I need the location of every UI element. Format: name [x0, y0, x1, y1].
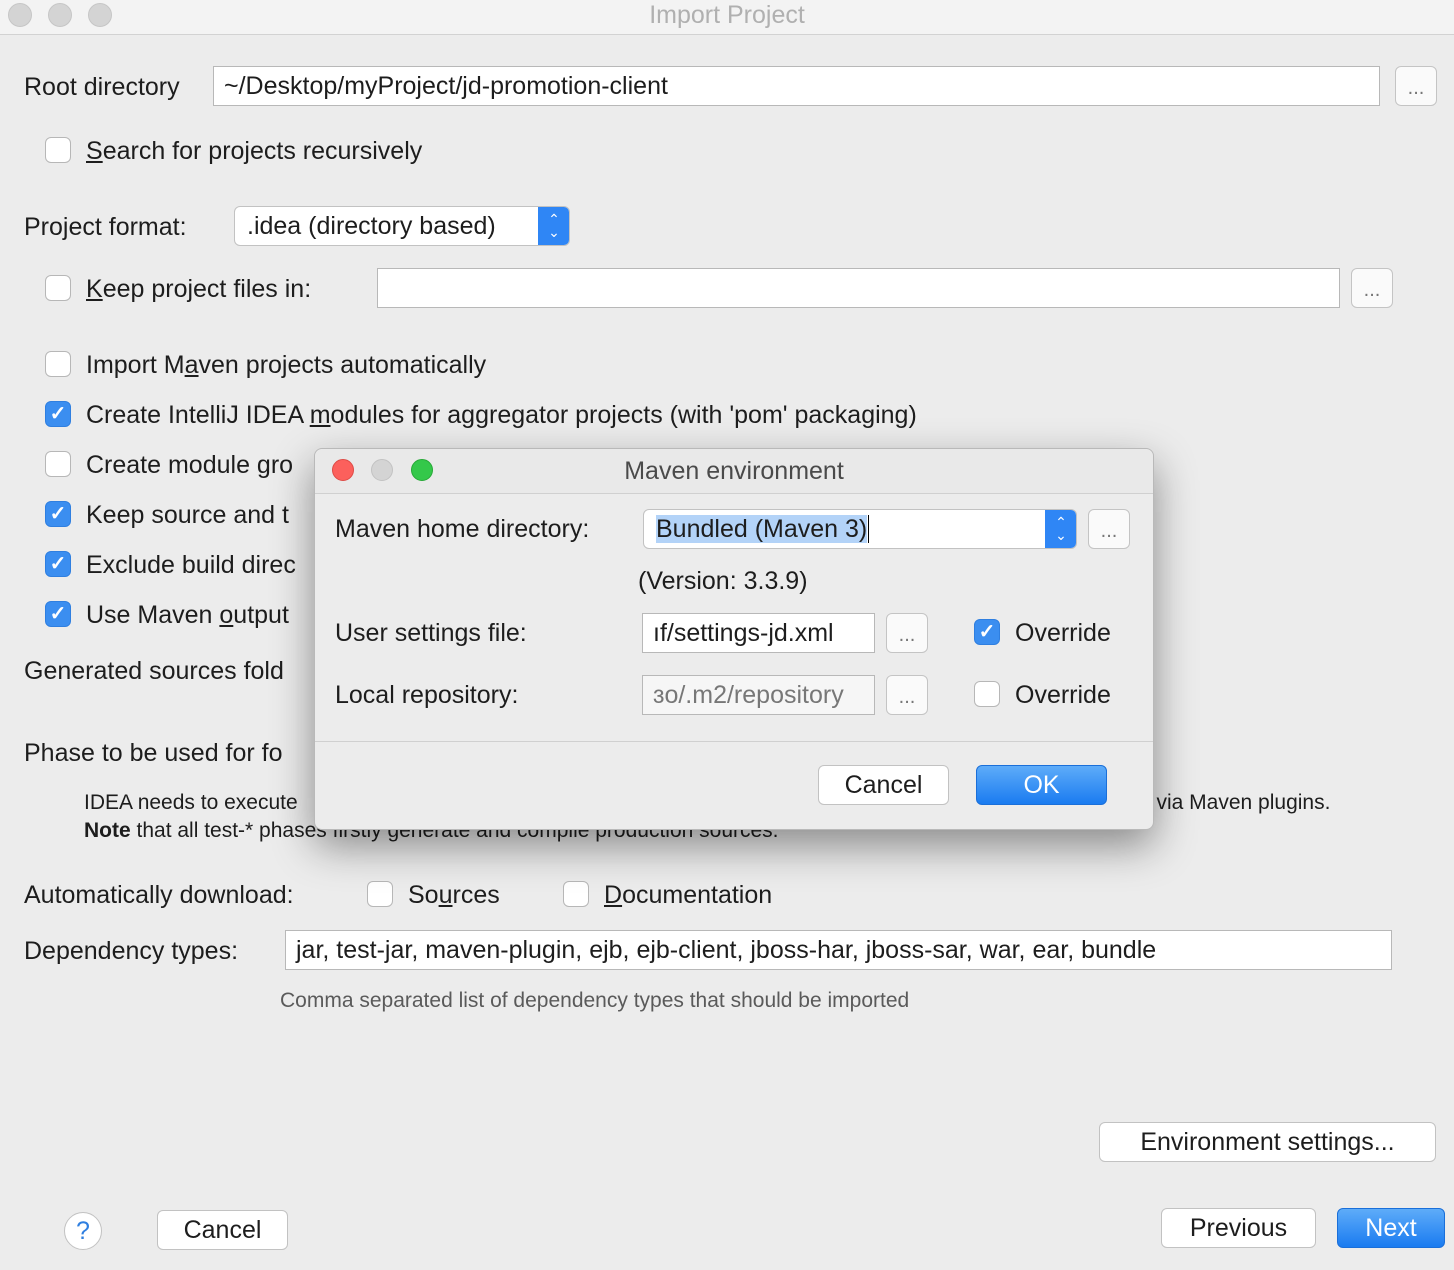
- maven-home-label: Maven home directory:: [335, 515, 590, 543]
- project-format-label: Project format:: [24, 213, 187, 241]
- keep-source-test-checkbox[interactable]: ✓: [45, 501, 71, 527]
- keep-project-files-checkbox[interactable]: [45, 275, 71, 301]
- window-titlebar: Import Project: [0, 0, 1454, 35]
- dialog-divider: [315, 741, 1153, 742]
- user-settings-browse-button[interactable]: ...: [886, 613, 928, 653]
- create-modules-aggregator-checkbox[interactable]: ✓: [45, 401, 71, 427]
- use-maven-output-checkbox[interactable]: ✓: [45, 601, 71, 627]
- keep-project-files-browse-button[interactable]: ...: [1351, 268, 1393, 308]
- auto-download-label: Automatically download:: [24, 881, 294, 909]
- local-repository-browse-button[interactable]: ...: [886, 675, 928, 715]
- user-settings-override-label: Override: [1015, 619, 1111, 647]
- download-sources-checkbox[interactable]: [367, 881, 393, 907]
- download-sources-label: Sources: [408, 881, 500, 909]
- user-settings-override-checkbox[interactable]: ✓: [974, 619, 1000, 645]
- user-settings-label: User settings file:: [335, 619, 527, 647]
- local-repository-input[interactable]: ɜo/.m2/repository: [642, 675, 875, 715]
- select-arrows-icon: ⌃ ⌄: [1045, 510, 1076, 548]
- exclude-build-dir-checkbox[interactable]: ✓: [45, 551, 71, 577]
- root-directory-input[interactable]: ~/Desktop/myProject/jd-promotion-client: [213, 66, 1380, 106]
- keep-project-files-input[interactable]: [377, 268, 1340, 308]
- window-title: Import Project: [649, 1, 805, 29]
- local-repository-override-label: Override: [1015, 681, 1111, 709]
- dependency-types-hint: Comma separated list of dependency types…: [280, 989, 910, 1012]
- download-documentation-checkbox[interactable]: [563, 881, 589, 907]
- keep-source-test-label: Keep source and t: [86, 501, 289, 529]
- environment-settings-button[interactable]: Environment settings...: [1099, 1122, 1436, 1162]
- search-recursive-label: Search for projects recursively: [86, 137, 423, 165]
- root-directory-browse-button[interactable]: ...: [1395, 66, 1437, 106]
- cancel-button[interactable]: Cancel: [157, 1210, 288, 1250]
- phase-label: Phase to be used for fo: [24, 739, 283, 767]
- previous-button[interactable]: Previous: [1161, 1208, 1316, 1248]
- create-modules-aggregator-label: Create IntelliJ IDEA modules for aggrega…: [86, 401, 917, 429]
- dialog-cancel-button[interactable]: Cancel: [818, 765, 949, 805]
- phase-note-line1-left: IDEA needs to execute: [84, 791, 298, 814]
- dialog-titlebar: Maven environment: [315, 449, 1153, 494]
- import-maven-auto-label: Import Maven projects automatically: [86, 351, 487, 379]
- phase-note-line1-right: l via Maven plugins.: [1146, 791, 1331, 814]
- maven-home-value: Bundled (Maven 3): [656, 515, 868, 543]
- exclude-build-dir-label: Exclude build direc: [86, 551, 296, 579]
- create-module-groups-label: Create module gro: [86, 451, 294, 479]
- next-button[interactable]: Next: [1337, 1208, 1445, 1248]
- keep-project-files-label: Keep project files in:: [86, 275, 312, 303]
- dependency-types-input[interactable]: jar, test-jar, maven-plugin, ejb, ejb-cl…: [285, 930, 1392, 970]
- import-maven-auto-checkbox[interactable]: [45, 351, 71, 377]
- text-caret: [868, 515, 870, 543]
- dependency-types-label: Dependency types:: [24, 937, 239, 965]
- maven-home-select[interactable]: Bundled (Maven 3) ⌃ ⌄: [643, 509, 1077, 549]
- download-documentation-label: Documentation: [604, 881, 773, 909]
- root-directory-label: Root directory: [24, 73, 180, 101]
- user-settings-input[interactable]: ıf/settings-jd.xml: [642, 613, 875, 653]
- generated-sources-label: Generated sources fold: [24, 657, 284, 685]
- select-arrows-icon: ⌃ ⌄: [538, 207, 569, 245]
- search-recursive-checkbox[interactable]: [45, 137, 71, 163]
- maven-home-browse-button[interactable]: ...: [1088, 509, 1130, 549]
- local-repository-label: Local repository:: [335, 681, 519, 709]
- dialog-ok-button[interactable]: OK: [976, 765, 1107, 805]
- local-repository-override-checkbox[interactable]: [974, 681, 1000, 707]
- maven-version-label: (Version: 3.3.9): [638, 567, 808, 595]
- help-button[interactable]: ?: [64, 1212, 102, 1250]
- use-maven-output-label: Use Maven output: [86, 601, 289, 629]
- maven-environment-dialog: Maven environment Maven home directory: …: [314, 448, 1154, 830]
- project-format-select[interactable]: .idea (directory based) ⌃ ⌄: [234, 206, 570, 246]
- dialog-title: Maven environment: [624, 457, 844, 485]
- project-format-value: .idea (directory based): [247, 212, 496, 240]
- create-module-groups-checkbox[interactable]: [45, 451, 71, 477]
